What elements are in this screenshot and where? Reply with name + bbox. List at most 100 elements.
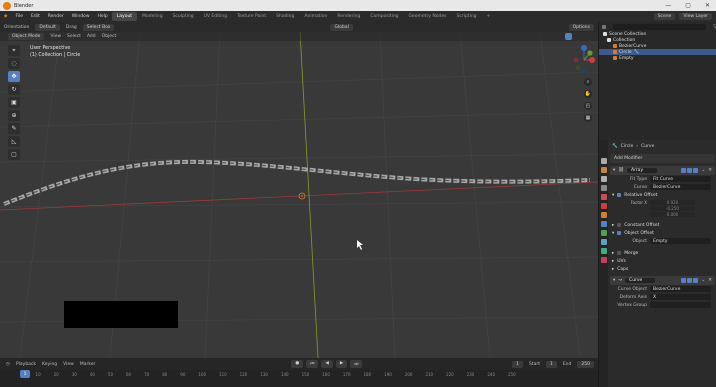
merge-section[interactable]: ▸ Merge — [610, 249, 715, 257]
factor-y-field[interactable]: -0.250 — [650, 205, 695, 211]
select-icon[interactable]: ◌ — [8, 58, 20, 69]
tab-sculpting[interactable]: Sculpting — [168, 12, 199, 21]
viewport-toggle-icon[interactable] — [687, 278, 693, 283]
jump-start-icon[interactable]: ⏮ — [306, 360, 319, 368]
menu-timeline-view[interactable]: View — [63, 362, 74, 367]
menu-view[interactable]: View — [50, 34, 61, 39]
modifier-tab-icon[interactable] — [600, 221, 607, 227]
mode-dropdown[interactable]: Object Mode — [8, 33, 45, 40]
jump-end-icon[interactable]: ⏭ — [350, 360, 363, 368]
array-modifier-header[interactable]: ▾ ⛓ Array ⌄ ✕ — [610, 166, 715, 175]
viewport-toggle-icon[interactable] — [687, 168, 693, 173]
camera-view-icon[interactable]: ◰ — [584, 102, 592, 110]
playhead[interactable]: 1 — [20, 370, 30, 378]
start-frame-field[interactable]: 1 — [545, 360, 557, 368]
view-layer-selector[interactable]: View Layer — [679, 13, 712, 20]
tab-layout[interactable]: Layout — [111, 12, 138, 21]
expand-chevron-icon[interactable]: ▾ — [613, 278, 615, 283]
tab-scripting[interactable]: Scripting — [452, 12, 482, 21]
constant-offset-section[interactable]: ▸ Constant Offset — [610, 221, 715, 229]
transform-orientation-dropdown[interactable]: Global — [330, 23, 353, 31]
play-icon[interactable]: ▶ — [335, 360, 348, 368]
material-shading-icon[interactable] — [575, 33, 582, 40]
tool-tab-icon[interactable] — [600, 158, 607, 164]
render-toggle-icon[interactable] — [693, 278, 699, 283]
zoom-icon[interactable]: ⌕ — [584, 78, 592, 86]
cursor-icon[interactable]: ⌖ — [8, 45, 20, 56]
rotate-icon[interactable]: ↻ — [8, 84, 20, 95]
offset-object-field[interactable]: Empty — [650, 238, 711, 244]
view-layer-tab-icon[interactable] — [600, 185, 607, 191]
outliner-search-input[interactable] — [613, 23, 707, 30]
data-tab-icon[interactable] — [600, 248, 607, 254]
object-tab-icon[interactable] — [600, 212, 607, 218]
curve-object-field[interactable]: BezierCurve — [650, 286, 711, 292]
curve-modifier-header[interactable]: ▾ ↝ Curve ⌄ ✕ — [610, 276, 715, 285]
tab-modeling[interactable]: Modeling — [137, 12, 167, 21]
render-tab-icon[interactable] — [600, 167, 607, 173]
menu-render[interactable]: Render — [44, 14, 68, 19]
object-offset-section[interactable]: ▾ Object Offset — [610, 229, 715, 237]
menu-edit[interactable]: Edit — [27, 14, 44, 19]
tab-rendering[interactable]: Rendering — [332, 12, 365, 21]
constant-offset-checkbox[interactable] — [617, 223, 622, 227]
scene-tab-icon[interactable] — [600, 194, 607, 200]
expand-chevron-icon[interactable]: ▾ — [613, 168, 615, 173]
timeline-editor-icon[interactable]: ◷ — [6, 362, 10, 367]
wireframe-shading-icon[interactable] — [555, 33, 562, 40]
curve-modifier-name[interactable]: Curve — [625, 278, 656, 283]
menu-add[interactable]: Add — [87, 34, 96, 39]
drag-select-dropdown[interactable]: Select Box — [82, 23, 115, 31]
play-reverse-icon[interactable]: ◀ — [321, 360, 333, 368]
measure-icon[interactable]: ◺ — [8, 136, 20, 147]
move-icon[interactable]: ✥ — [8, 71, 20, 82]
perspective-toggle-icon[interactable]: ▦ — [584, 114, 592, 122]
world-tab-icon[interactable] — [600, 203, 607, 209]
transform-icon[interactable]: ⊕ — [8, 110, 20, 121]
menu-object[interactable]: Object — [102, 34, 117, 39]
scene-selector[interactable]: Scene — [653, 13, 676, 20]
deform-axis-selector[interactable]: X — [650, 294, 711, 300]
modifier-menu-icon[interactable]: ⌄ — [701, 168, 705, 173]
tab-animation[interactable]: Animation — [299, 12, 332, 21]
annotate-icon[interactable]: ✎ — [8, 123, 20, 134]
minimize-button[interactable]: — — [665, 2, 671, 9]
modifier-menu-icon[interactable]: ⌄ — [701, 278, 705, 283]
caps-section[interactable]: ▸ Caps — [610, 265, 715, 273]
material-tab-icon[interactable] — [600, 257, 607, 263]
physics-tab-icon[interactable] — [600, 230, 607, 236]
relative-offset-section[interactable]: ▾ Relative Offset — [610, 191, 715, 199]
tab-geometry-nodes[interactable]: Geometry Nodes — [404, 12, 452, 21]
current-frame-field[interactable]: 1 — [512, 360, 523, 368]
maximize-button[interactable]: ▢ — [685, 2, 691, 9]
render-toggle-icon[interactable] — [693, 168, 699, 173]
menu-playback[interactable]: Playback — [16, 362, 36, 367]
menu-window[interactable]: Window — [68, 14, 94, 19]
menu-file[interactable]: File — [11, 14, 27, 19]
close-button[interactable]: ✕ — [705, 2, 710, 9]
tab-uv-editing[interactable]: UV Editing — [199, 12, 232, 21]
merge-checkbox[interactable] — [617, 251, 622, 255]
solid-shading-icon[interactable] — [565, 33, 572, 40]
tab-compositing[interactable]: Compositing — [365, 12, 403, 21]
fit-type-dropdown[interactable]: Fit Curve — [650, 176, 711, 182]
outliner-item-empty[interactable]: Empty — [599, 55, 716, 61]
object-offset-checkbox[interactable] — [617, 231, 622, 235]
edit-mode-toggle-icon[interactable] — [681, 278, 687, 283]
record-button[interactable]: ● — [291, 360, 304, 368]
relative-offset-checkbox[interactable] — [617, 193, 622, 197]
blender-menu-icon[interactable]: ◆ — [0, 14, 11, 19]
pan-icon[interactable]: ✋ — [584, 90, 592, 98]
menu-marker[interactable]: Marker — [80, 362, 96, 367]
array-curve-field[interactable]: BezierCurve — [650, 184, 711, 190]
end-frame-field[interactable]: 250 — [577, 360, 594, 368]
timeline-track[interactable]: 0102030405060708090100110120130140150160… — [0, 370, 598, 387]
array-modifier-name[interactable]: Array — [626, 168, 657, 173]
remove-modifier-icon[interactable]: ✕ — [708, 168, 712, 173]
vertex-group-field[interactable] — [650, 302, 711, 308]
constraints-tab-icon[interactable] — [600, 239, 607, 245]
add-cube-icon[interactable]: ▢ — [8, 149, 20, 160]
rendered-shading-icon[interactable] — [585, 33, 592, 40]
remove-modifier-icon[interactable]: ✕ — [708, 278, 712, 283]
add-modifier-button[interactable]: Add Modifier — [610, 154, 715, 163]
